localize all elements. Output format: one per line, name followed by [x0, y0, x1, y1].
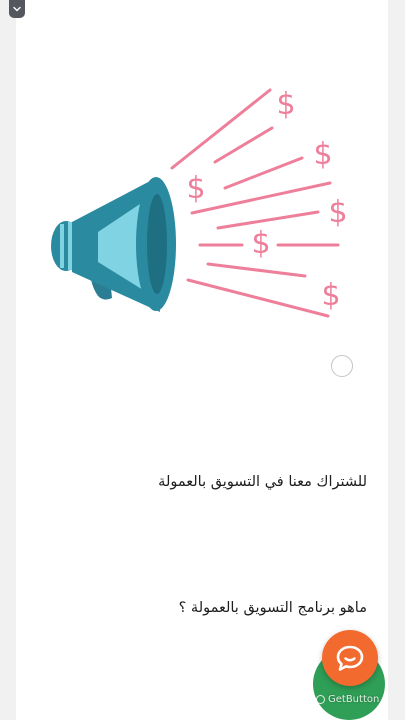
- megaphone-illustration: $ $ $ $ $ $: [51, 87, 348, 318]
- chat-widget-button[interactable]: [322, 630, 378, 686]
- dollar-icon: $: [313, 137, 332, 172]
- getbutton-logo-icon: [316, 695, 325, 704]
- megaphone-icon: [51, 177, 176, 312]
- dollar-icon: $: [251, 226, 270, 261]
- dollar-icon: $: [186, 171, 205, 206]
- option-radio-button[interactable]: [331, 355, 353, 377]
- option-join-affiliate[interactable]: للشتراك معنا في التسويق بالعمولة: [158, 474, 367, 490]
- dollar-icon: $: [328, 195, 347, 230]
- chat-bubble-icon: [336, 645, 364, 671]
- dollar-icon: $: [276, 87, 295, 122]
- getbutton-brand[interactable]: GetButton: [316, 694, 379, 705]
- option-what-is-affiliate[interactable]: ماهو برنامج التسويق بالعمولة ؟: [179, 600, 367, 616]
- getbutton-label: GetButton: [328, 694, 380, 705]
- dollar-icon: $: [321, 278, 340, 313]
